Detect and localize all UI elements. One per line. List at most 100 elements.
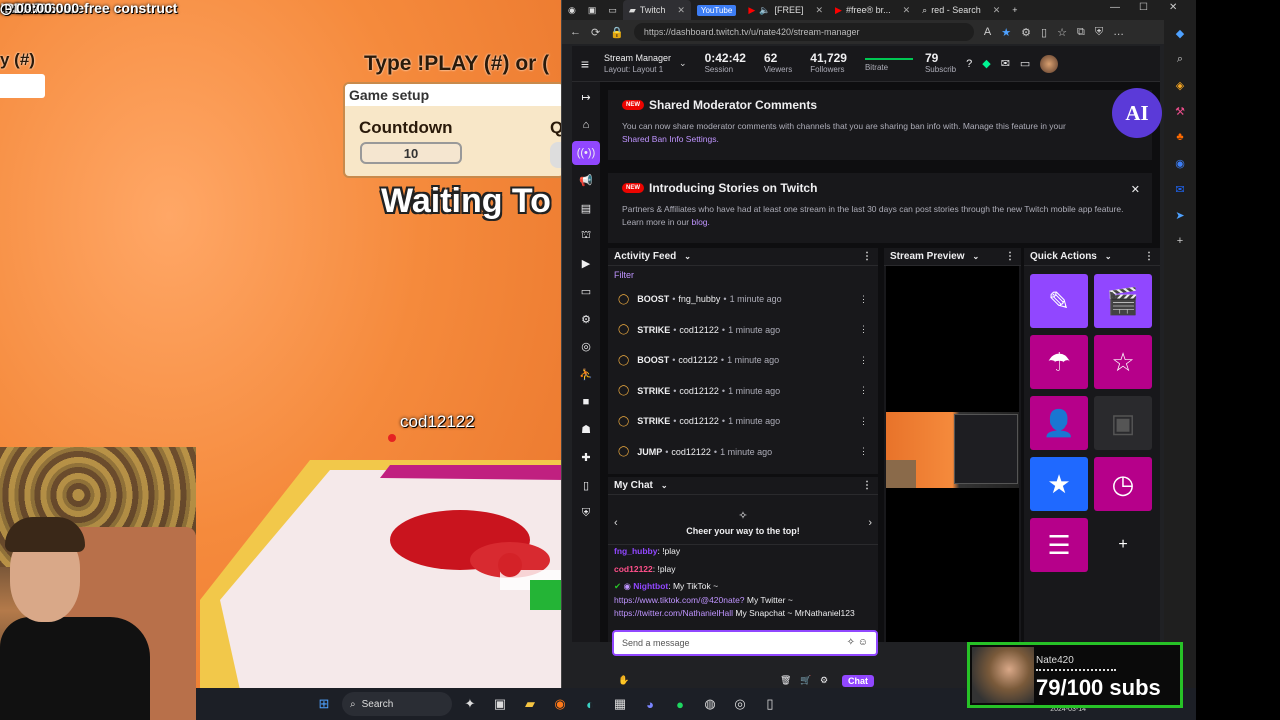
favorite-button[interactable]: ★ (1030, 457, 1088, 511)
more-icon[interactable]: … (1113, 26, 1124, 38)
highlight-button[interactable]: ☆ (1094, 335, 1152, 389)
tab-search[interactable]: ⌕ red - Search ✕ (916, 0, 1006, 20)
file-explorer-icon[interactable]: ▰ (518, 692, 542, 716)
outlook-icon[interactable]: ✉ (1164, 176, 1196, 202)
spotify-icon[interactable]: ● (668, 692, 692, 716)
ai-badge[interactable]: AI (1112, 88, 1162, 138)
my-chat-header[interactable]: My Chat ⌄ ⋮ (608, 477, 878, 495)
store-icon[interactable]: ▦ (608, 692, 632, 716)
chevron-right-icon[interactable]: › (868, 517, 872, 529)
more-options-icon[interactable]: ⋮ (1005, 251, 1015, 262)
feed-row[interactable]: ◯ STRIKE • cod12122 • 1 minute ago ⋮ (608, 315, 878, 346)
tab-free[interactable]: ▶ 🔈 [FREE] ✕ (742, 0, 829, 20)
cart-icon[interactable]: 🛒 (800, 675, 811, 686)
tab-twitch[interactable]: ▰ Twitch ✕ (622, 0, 691, 20)
close-tab-icon[interactable]: ✕ (815, 5, 823, 16)
office-icon[interactable]: ◉ (1164, 150, 1196, 176)
avatar[interactable] (1040, 54, 1059, 73)
search-icon[interactable]: ⌕ (1164, 46, 1196, 72)
learn-icon[interactable]: ▯ (572, 473, 600, 497)
close-icon[interactable]: ✕ (1131, 183, 1140, 196)
chevron-down-icon[interactable]: ⌄ (679, 58, 687, 69)
quick-actions-header[interactable]: Quick Actions ⌄ ⋮ (1024, 248, 1160, 266)
favorite-star-icon[interactable]: ★ (1001, 26, 1011, 39)
clip-button[interactable]: 🎬 (1094, 274, 1152, 328)
feed-row[interactable]: ◯ BOOST • fng_hubby • 1 minute ago ⋮ (608, 284, 878, 315)
chat-username[interactable]: fng_hubby (614, 546, 657, 556)
filter-link[interactable]: Filter (608, 266, 878, 284)
shopping-icon[interactable]: ◈ (1164, 72, 1196, 98)
content-icon[interactable]: ▶ (572, 252, 600, 276)
close-tab-icon[interactable]: ✕ (677, 5, 685, 16)
send-icon[interactable]: ➤ (1164, 202, 1196, 228)
chat-username[interactable]: Nightbot (633, 581, 668, 591)
maximize-icon[interactable]: ☐ (1139, 2, 1148, 13)
creator-camp-icon[interactable]: ⛹ (572, 363, 600, 387)
collections-icon[interactable]: ⧉ (1077, 26, 1085, 39)
emote-icon[interactable]: ✧ ☺ (847, 637, 868, 648)
minimize-icon[interactable]: — (1110, 2, 1120, 13)
settings-icon[interactable]: ⚙ (572, 307, 600, 331)
tiktok-link[interactable]: https://www.tiktok.com/@420nate? (614, 595, 745, 605)
more-options-icon[interactable]: ⋮ (1144, 251, 1154, 262)
obs-icon[interactable]: ◎ (728, 692, 752, 716)
twitch-app-icon[interactable]: ▯ (758, 692, 782, 716)
channel-points-icon[interactable]: ✋ (618, 675, 629, 686)
tab-actions-icon[interactable]: ▭ (602, 0, 623, 20)
more-options-icon[interactable]: ⋮ (859, 324, 868, 335)
shield-icon[interactable]: ⛨ (1095, 26, 1103, 39)
feed-row[interactable]: ◯ STRIKE • cod12122 • 1 minute ago ⋮ (608, 406, 878, 437)
chat-username[interactable]: cod12122 (614, 564, 653, 574)
stream-manager-icon[interactable]: ((•)) (572, 141, 600, 166)
chevron-down-icon[interactable]: ⌄ (684, 252, 691, 261)
split-icon[interactable]: ▯ (1041, 26, 1047, 39)
promote-icon[interactable]: 📢 (572, 169, 600, 193)
chevron-down-icon[interactable]: ⌄ (1105, 252, 1112, 261)
close-tab-icon[interactable]: ✕ (993, 5, 1001, 16)
stream-preview-header[interactable]: Stream Preview ⌄ ⋮ (884, 248, 1021, 266)
url-input[interactable]: https://dashboard.twitch.tv/u/nate420/st… (633, 23, 974, 41)
feed-row[interactable]: ◯ STRIKE • cod12122 • 1 minute ago ⋮ (608, 376, 878, 407)
tab-free-br[interactable]: ▶ #free® br... ✕ (829, 0, 916, 20)
edit-stream-info-button[interactable]: ✎ (1030, 274, 1088, 328)
trash-icon[interactable]: 🗑 (780, 675, 791, 686)
feed-row[interactable]: ◯ JUMP • cod12122 • 1 minute ago ⋮ (608, 437, 878, 468)
audio-icon[interactable]: 🔈 (759, 5, 770, 16)
more-options-icon[interactable]: ⋮ (859, 446, 868, 457)
more-options-icon[interactable]: ⋮ (859, 416, 868, 427)
stream-manager-title[interactable]: Stream Manager Layout: Layout 1 (604, 53, 671, 75)
countdown-input[interactable]: 10 (360, 142, 462, 164)
chevron-down-icon[interactable]: ⌄ (661, 481, 668, 490)
steam-icon[interactable]: ◍ (698, 692, 722, 716)
layout-button[interactable]: ☰ (1030, 518, 1088, 572)
edge-icon[interactable]: ◐ (578, 692, 602, 716)
timer-action-button[interactable]: ◷ (1094, 457, 1152, 511)
chevron-down-icon[interactable]: ⌄ (973, 252, 980, 261)
close-tab-icon[interactable]: ✕ (903, 5, 911, 16)
video-producer-icon[interactable]: ■ (572, 390, 600, 414)
taskbar-search[interactable]: ⌕ Search (342, 692, 452, 716)
favorites-icon[interactable]: ☆ (1057, 26, 1067, 39)
community-icon[interactable]: ⛫ (572, 224, 600, 248)
read-aloud-icon[interactable]: A (984, 26, 991, 38)
games-icon[interactable]: ♣ (1164, 124, 1196, 150)
shared-ban-info-link[interactable]: Shared Ban Info Settings. (622, 134, 719, 144)
add-sidebar-icon[interactable]: + (1164, 228, 1196, 254)
blog-link[interactable]: blog. (691, 217, 709, 227)
more-options-icon[interactable]: ⋮ (862, 251, 872, 262)
analytics-icon[interactable]: ▤ (572, 196, 600, 220)
more-options-icon[interactable]: ⋮ (859, 294, 868, 305)
hamburger-menu-icon[interactable]: ≡ (574, 56, 596, 72)
more-options-icon[interactable]: ⋮ (862, 480, 872, 491)
chat-message-input[interactable]: Send a message ✧ ☺ (612, 630, 878, 656)
more-options-icon[interactable]: ⋮ (859, 355, 868, 366)
viewer-rewards-icon[interactable]: ◎ (572, 335, 600, 359)
discord-icon[interactable]: ◕ (638, 692, 662, 716)
extension-icon[interactable]: ⚙ (1021, 26, 1031, 39)
firefox-icon[interactable]: ◉ (548, 692, 572, 716)
workspaces-icon[interactable]: ▣ (582, 0, 603, 20)
close-window-icon[interactable]: ✕ (1169, 2, 1177, 13)
tools-icon[interactable]: ⚒ (1164, 98, 1196, 124)
collapse-nav-icon[interactable]: ↦ (572, 86, 600, 110)
chat-send-button[interactable]: Chat (842, 675, 874, 687)
